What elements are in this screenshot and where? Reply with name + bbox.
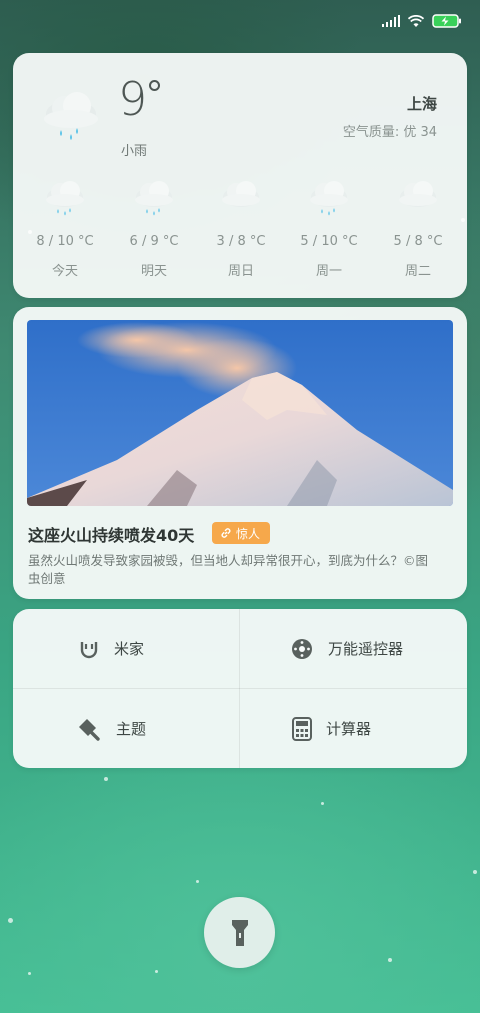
signal-icon [382,15,400,27]
forecast-day: 5 / 8 °C 周二 [373,178,463,279]
snow-dot [155,970,158,973]
current-condition: 小雨 [121,144,148,159]
battery-charging-icon [432,14,461,28]
rain-cloud-icon [20,178,110,222]
snow-dot [388,958,392,962]
cloud-icon [196,178,286,222]
air-quality: 空气质量: 优 34 [342,125,437,140]
volcano-image[interactable] [27,320,453,506]
forecast-temp: 8 / 10 °C [36,234,94,249]
forecast-day: 3 / 8 °C 周日 [196,178,286,279]
status-bar [382,14,462,28]
forecast-day: 8 / 10 °C 今天 [20,178,110,279]
forecast-day: 6 / 9 °C 明天 [109,178,199,279]
snow-dot [461,218,465,222]
shortcut-mijia-label: 米家 [114,640,145,658]
shortcut-calculator-label: 计算器 [326,720,372,738]
link-icon [221,528,231,538]
shortcut-remote-label: 万能遥控器 [328,640,404,658]
forecast-temp: 5 / 8 °C [393,234,443,249]
forecast-day-label: 今天 [51,264,78,279]
snow-dot [473,870,477,874]
shortcut-theme-label: 主题 [116,720,147,738]
theme-brush-icon [79,718,100,741]
forecast-temp: 6 / 9 °C [129,234,179,249]
degree-symbol [149,80,160,91]
flashlight-button[interactable] [204,897,275,968]
snow-dot [8,918,13,923]
forecast-day-label: 周日 [227,264,254,279]
rain-cloud-icon [109,178,199,222]
current-temperature: 9 [118,72,148,126]
flashlight-icon [231,919,248,946]
city-name: 上海 [406,95,437,113]
news-title[interactable]: 这座火山持续喷发40天 [28,522,194,546]
snow-dot [28,230,32,234]
news-tag: 惊人 [212,522,271,544]
forecast-temp: 5 / 10 °C [300,234,358,249]
shortcut-theme[interactable]: 主题 [13,689,240,768]
rain-cloud-icon [284,178,374,222]
forecast-day-label: 周二 [404,264,431,279]
forecast-day-label: 周一 [315,264,342,279]
shortcut-remote[interactable]: 万能遥控器 [240,609,467,688]
calculator-icon [292,716,312,741]
cloud-icon [373,178,463,222]
snow-dot [196,880,199,883]
mijia-icon [80,641,98,658]
shortcut-calculator[interactable]: 计算器 [240,689,467,768]
forecast-day: 5 / 10 °C 周一 [284,178,374,279]
remote-control-icon [292,638,312,659]
forecast-temp: 3 / 8 °C [216,234,266,249]
snow-dot [28,972,31,975]
news-tag-label: 惊人 [236,526,261,541]
wifi-icon [408,14,424,27]
current-weather-rain-icon [40,90,102,152]
snow-dot [104,777,108,781]
news-description: 虽然火山喷发导致家园被毁，但当地人却异常很开心，到底为什么？©图虫创意 [28,553,429,586]
shortcut-mijia[interactable]: 米家 [13,609,240,688]
forecast-day-label: 明天 [140,264,167,279]
snow-dot [321,802,324,805]
